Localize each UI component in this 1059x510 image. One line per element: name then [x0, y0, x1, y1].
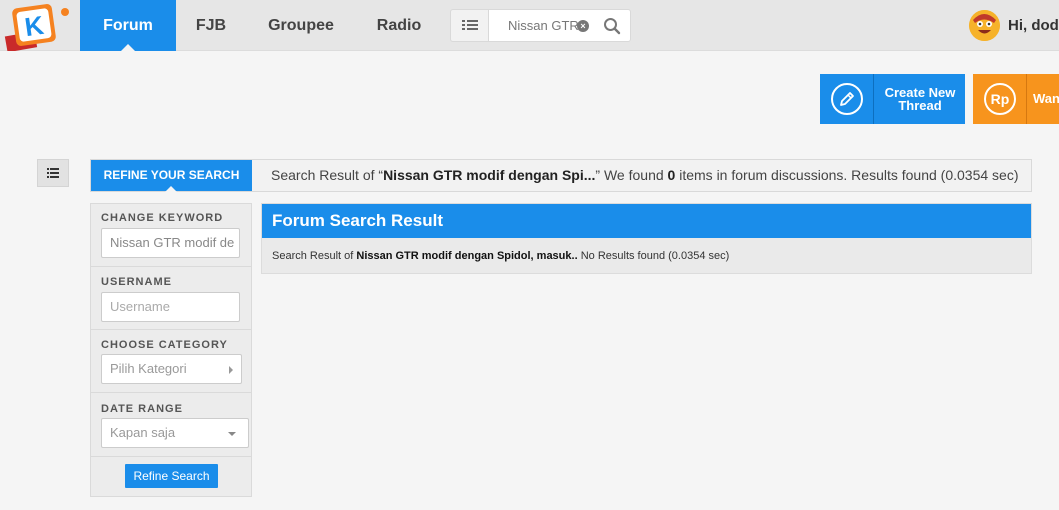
search-scope-toggle[interactable] [450, 9, 488, 42]
tab-radio[interactable]: Radio [356, 0, 442, 51]
create-new-thread-button[interactable]: Create New Thread [820, 74, 965, 124]
wanted-button[interactable]: Rp Wan [973, 74, 1059, 124]
keyword-field[interactable]: Nissan GTR modif de [101, 228, 240, 258]
refine-your-search-tab[interactable]: REFINE YOUR SEARCH [91, 160, 252, 192]
tab-fjb[interactable]: FJB [176, 0, 246, 51]
keyword-group: CHANGE KEYWORD Nissan GTR modif de [91, 204, 251, 267]
category-group: CHOOSE CATEGORY Pilih Kategori [91, 330, 251, 393]
kaskus-logo-icon[interactable]: K [0, 0, 80, 53]
forum-search-result-panel: Forum Search Result Search Result of Nis… [261, 203, 1032, 274]
wanted-label: Wan [1033, 91, 1059, 106]
search-summary-bar: REFINE YOUR SEARCH Search Result of “Nis… [90, 159, 1032, 192]
avatar[interactable] [969, 10, 1000, 41]
keyword-label: CHANGE KEYWORD [101, 212, 224, 224]
username-field[interactable]: Username [101, 292, 240, 322]
refine-search-button[interactable]: Refine Search [125, 464, 218, 488]
username-group: USERNAME Username [91, 267, 251, 330]
forum-search-result-text: Search Result of Nissan GTR modif dengan… [272, 250, 730, 262]
chevron-right-icon [229, 366, 233, 374]
create-new-thread-label: Create New Thread [884, 85, 956, 113]
search-input[interactable]: Nissan GTR × [488, 9, 631, 42]
date-range-label: DATE RANGE [101, 403, 183, 415]
chevron-down-icon [228, 432, 236, 436]
sidebar-toggle-button[interactable] [37, 159, 69, 187]
username-label: USERNAME [101, 276, 172, 288]
user-greeting[interactable]: Hi, dody [1008, 0, 1059, 51]
search-summary-text: Search Result of “Nissan GTR modif denga… [271, 167, 1019, 183]
date-range-group: DATE RANGE Kapan saja [91, 393, 251, 457]
tab-forum[interactable]: Forum [80, 0, 176, 51]
refine-panel: CHANGE KEYWORD Nissan GTR modif de USERN… [90, 203, 252, 497]
forum-search-result-title: Forum Search Result [262, 204, 1031, 238]
tab-groupee[interactable]: Groupee [246, 0, 356, 51]
list-icon [47, 168, 59, 178]
pencil-icon [820, 74, 874, 124]
list-icon [462, 20, 478, 30]
date-range-select[interactable]: Kapan saja [101, 418, 249, 448]
clear-icon[interactable]: × [577, 20, 589, 32]
category-select[interactable]: Pilih Kategori [101, 354, 242, 384]
top-navbar: K Forum FJB Groupee Radio Nissan GTR × H… [0, 0, 1059, 53]
search-input-value: Nissan GTR [508, 18, 579, 33]
search-icon[interactable] [603, 17, 621, 35]
category-label: CHOOSE CATEGORY [101, 339, 228, 351]
rupiah-icon: Rp [973, 74, 1027, 124]
